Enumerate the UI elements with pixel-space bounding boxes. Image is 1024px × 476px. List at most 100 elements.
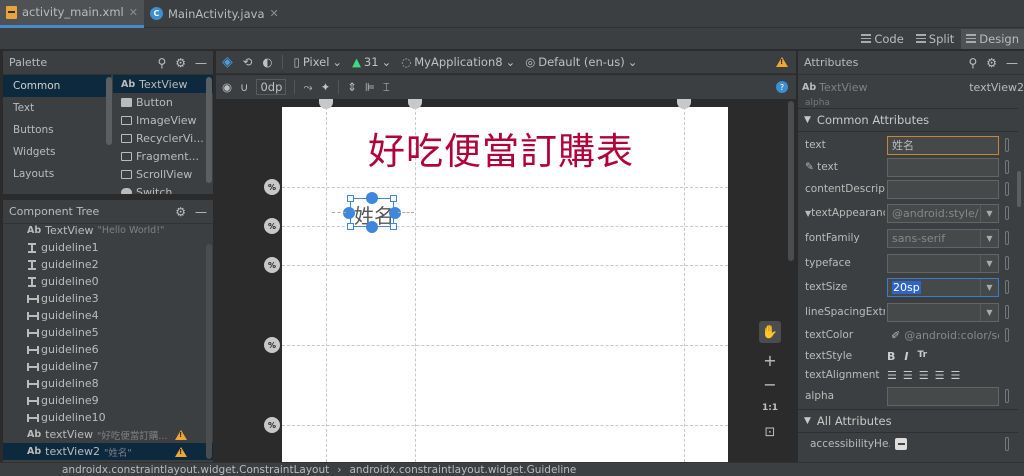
component-scrollbar[interactable] bbox=[206, 77, 212, 183]
palette-item-scrollview[interactable]: ScrollView bbox=[113, 165, 213, 183]
code-mode-button[interactable]: Code bbox=[856, 29, 908, 49]
attr-resource-pill[interactable] bbox=[1005, 182, 1009, 196]
horizontal-guideline[interactable] bbox=[282, 345, 728, 346]
gear-icon[interactable]: ⚙ bbox=[986, 56, 997, 70]
locale-selector[interactable]: ◎ Default (en-us) ⌄ bbox=[525, 55, 637, 69]
warning-icon[interactable] bbox=[776, 57, 788, 67]
close-icon[interactable]: ✕ bbox=[270, 7, 279, 20]
attr-resource-pill[interactable] bbox=[1005, 328, 1009, 342]
attr-resource-pill[interactable] bbox=[1005, 231, 1009, 245]
design-mode-button[interactable]: Design bbox=[961, 28, 1024, 49]
palette-category-buttons[interactable]: Buttons bbox=[3, 119, 111, 141]
layers-icon[interactable]: ◈ bbox=[222, 54, 233, 70]
all-attributes-header[interactable]: ▼ All Attributes bbox=[798, 409, 1018, 433]
all-caps-toggle-icon[interactable]: Tr bbox=[917, 350, 927, 363]
minimize-icon[interactable]: — bbox=[1006, 56, 1018, 70]
align-left-icon[interactable]: ☰ bbox=[903, 369, 913, 382]
align-center-icon[interactable]: ☰ bbox=[919, 369, 929, 382]
attr-resource-pill[interactable] bbox=[1005, 256, 1009, 270]
tree-item-guideline6[interactable]: guideline6 bbox=[3, 341, 213, 358]
orientation-icon[interactable]: ⟲ bbox=[243, 55, 253, 69]
infer-constraints-icon[interactable]: ✦ bbox=[321, 80, 331, 94]
attr-resource-pill[interactable] bbox=[1005, 437, 1009, 451]
tree-item-textview-title[interactable]: Ab textView "好吃便當訂購... bbox=[3, 426, 213, 443]
start-constraint-anchor[interactable] bbox=[343, 207, 355, 219]
attr-resource-pill[interactable] bbox=[1005, 160, 1009, 174]
palette-item-imageview[interactable]: ImageView bbox=[113, 111, 213, 129]
warning-icon[interactable] bbox=[175, 429, 187, 440]
palette-category-text[interactable]: Text bbox=[3, 97, 111, 119]
tree-scrollbar[interactable] bbox=[206, 244, 212, 459]
attributes-scrollbar[interactable] bbox=[1017, 171, 1021, 207]
breadcrumb-constraint-layout[interactable]: androidx.constraintlayout.widget.Constra… bbox=[62, 464, 329, 476]
attr-resource-pill[interactable] bbox=[1005, 389, 1009, 403]
horizontal-guideline[interactable] bbox=[282, 425, 728, 426]
resize-handle[interactable] bbox=[390, 195, 397, 202]
tree-item-guideline9[interactable]: guideline9 bbox=[3, 392, 213, 409]
text-color-field[interactable]: ✐ @android:color/se bbox=[887, 326, 999, 345]
resize-handle[interactable] bbox=[347, 195, 354, 202]
gear-icon[interactable]: ⚙ bbox=[175, 56, 186, 70]
category-scrollbar[interactable] bbox=[106, 77, 112, 145]
tools-text-field[interactable] bbox=[887, 157, 999, 177]
palette-item-textview[interactable]: Ab TextView bbox=[113, 75, 213, 93]
italic-toggle-icon[interactable]: I bbox=[904, 350, 908, 363]
palette-category-common[interactable]: Common bbox=[3, 75, 111, 97]
guideline-percent-toggle[interactable]: % bbox=[264, 218, 280, 234]
palette-item-switch[interactable]: Switch bbox=[113, 183, 213, 194]
palette-category-layouts[interactable]: Layouts bbox=[3, 163, 111, 185]
common-attributes-header[interactable]: ▼ Common Attributes bbox=[798, 108, 1018, 132]
device-selector[interactable]: ▯ Pixel ⌄ bbox=[293, 55, 342, 69]
horizontal-guideline[interactable] bbox=[282, 187, 728, 188]
zoom-in-icon[interactable]: + bbox=[759, 349, 781, 371]
night-mode-icon[interactable]: ◐ bbox=[262, 55, 272, 69]
guideline-percent-toggle[interactable]: % bbox=[264, 257, 280, 273]
alpha-field[interactable] bbox=[887, 386, 999, 406]
attr-resource-pill[interactable] bbox=[1005, 138, 1009, 152]
top-constraint-anchor[interactable] bbox=[366, 192, 378, 204]
resize-handle[interactable] bbox=[347, 223, 354, 230]
guideline-percent-toggle[interactable]: % bbox=[264, 417, 280, 433]
palette-item-recyclerview[interactable]: RecyclerVi... bbox=[113, 129, 213, 147]
text-appearance-dropdown[interactable]: @android:style/▼ bbox=[887, 203, 999, 223]
text-field[interactable]: 姓名 bbox=[887, 135, 999, 155]
tree-item-guideline7[interactable]: guideline7 bbox=[3, 358, 213, 375]
tree-item-guideline5[interactable]: guideline5 bbox=[3, 324, 213, 341]
name-textview-selection[interactable]: 姓名 bbox=[343, 192, 401, 233]
attr-resource-pill[interactable] bbox=[1005, 305, 1009, 319]
align-text-end-icon[interactable]: ☰ bbox=[951, 369, 961, 382]
palette-item-button[interactable]: Button bbox=[113, 93, 213, 111]
device-screen[interactable]: 好吃便當訂購表 姓名 bbox=[282, 107, 728, 462]
guideline-percent-toggle[interactable]: % bbox=[264, 337, 280, 353]
tree-item-guideline4[interactable]: guideline4 bbox=[3, 307, 213, 324]
resize-handle[interactable] bbox=[390, 223, 397, 230]
search-icon[interactable]: ⚲ bbox=[968, 56, 977, 70]
api-selector[interactable]: ▲ 31 ⌄ bbox=[352, 55, 391, 69]
align-icon[interactable]: ⊫ bbox=[365, 80, 375, 94]
tree-item-guideline8[interactable]: guideline8 bbox=[3, 375, 213, 392]
canvas-scrollbar[interactable] bbox=[788, 101, 794, 261]
palette-item-fragment[interactable]: Fragment... bbox=[113, 147, 213, 165]
default-margin-field[interactable]: 0dp bbox=[256, 79, 287, 95]
gear-icon[interactable]: ⚙ bbox=[175, 205, 186, 219]
pack-icon[interactable]: ⇕ bbox=[347, 80, 357, 94]
magnet-icon[interactable]: ∪ bbox=[240, 80, 248, 94]
font-family-dropdown[interactable]: sans-serif ▼ bbox=[887, 228, 999, 248]
help-icon[interactable]: ? bbox=[776, 81, 788, 93]
eye-icon[interactable]: ◉ bbox=[222, 80, 232, 94]
zoom-actual-size-button[interactable]: 1:1 bbox=[759, 397, 781, 419]
attr-resource-pill[interactable] bbox=[1005, 206, 1009, 220]
typeface-dropdown[interactable]: ▼ bbox=[887, 253, 999, 273]
vertical-guideline[interactable] bbox=[684, 107, 685, 462]
horizontal-guideline[interactable] bbox=[282, 265, 728, 266]
warning-icon[interactable] bbox=[175, 446, 187, 457]
tree-item-guideline3[interactable]: guideline3 bbox=[3, 290, 213, 307]
tree-item-guideline2[interactable]: guideline2 bbox=[3, 256, 213, 273]
text-size-dropdown[interactable]: 20sp ▼ bbox=[887, 277, 999, 297]
zoom-out-icon[interactable]: − bbox=[759, 373, 781, 395]
zoom-to-fit-icon[interactable]: ⊡ bbox=[759, 421, 781, 443]
align-text-start-icon[interactable]: ☰ bbox=[887, 369, 897, 382]
vertical-guideline[interactable] bbox=[326, 107, 327, 462]
bold-toggle-icon[interactable]: B bbox=[887, 350, 895, 363]
theme-selector[interactable]: ◌ MyApplication8 ⌄ bbox=[401, 55, 515, 69]
